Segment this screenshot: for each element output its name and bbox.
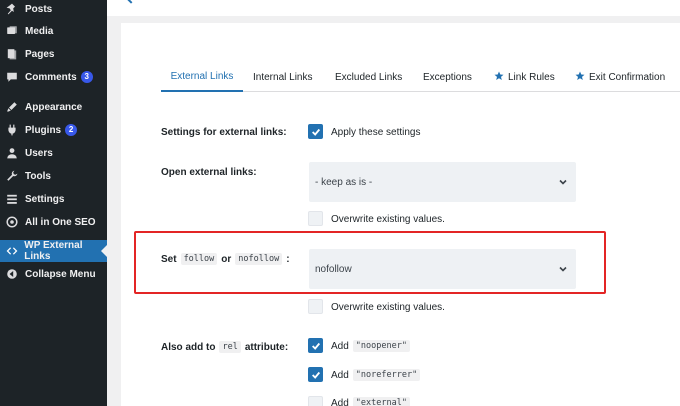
overwrite-open-label: Overwrite existing values.	[331, 213, 445, 225]
tab-label: Internal Links	[253, 71, 313, 83]
tab-label: Exceptions	[423, 71, 472, 83]
sidebar-item-label: Plugins	[25, 124, 62, 136]
active-indicator-arrow	[101, 245, 107, 257]
sidebar-collapse-menu[interactable]: Collapse Menu	[0, 263, 107, 285]
settings-icon	[5, 192, 19, 206]
check-icon	[311, 371, 320, 379]
open-external-links-label: Open external links:	[161, 166, 257, 178]
rel-label-prefix: Also add to	[161, 341, 216, 353]
noreferrer-code: "noreferrer"	[352, 369, 421, 381]
rel-attribute-label: Also add to rel attribute:	[161, 340, 288, 354]
chevron-down-icon	[558, 177, 568, 187]
sidebar-item-label: Users	[25, 147, 53, 159]
external-code: "external"	[352, 397, 410, 406]
external-option: Add "external"	[331, 396, 414, 406]
sidebar-item-label: Settings	[25, 193, 65, 205]
plugins-icon	[5, 123, 19, 137]
noopener-option: Add "noopener"	[331, 339, 414, 353]
sidebar-item-all-in-one-seo[interactable]: All in One SEO	[0, 211, 107, 233]
noreferrer-option: Add "noreferrer"	[331, 368, 424, 382]
apply-settings-label: Apply these settings	[331, 126, 421, 138]
tab-excluded-links[interactable]: Excluded Links	[335, 62, 402, 92]
tab-link-rules[interactable]: Link Rules	[494, 62, 555, 92]
tab-label: External Links	[170, 70, 234, 82]
overwrite-follow-label: Overwrite existing values.	[331, 301, 445, 313]
tab-exceptions[interactable]: Exceptions	[423, 62, 472, 92]
rel-label-suffix: attribute:	[244, 341, 289, 353]
pages-icon	[5, 47, 19, 61]
overwrite-follow-checkbox[interactable]	[308, 299, 323, 314]
noreferrer-checkbox[interactable]	[308, 367, 323, 382]
sidebar-item-tools[interactable]: Tools	[0, 165, 107, 187]
sidebar-item-label: Pages	[25, 48, 55, 60]
appearance-icon	[5, 100, 19, 114]
check-icon	[311, 342, 320, 350]
sidebar-item-label: Collapse Menu	[25, 268, 96, 280]
comments-count-badge: 3	[80, 71, 93, 83]
apply-settings-checkbox[interactable]	[308, 124, 323, 139]
settings-tabs: External Links Internal Links Excluded L…	[161, 62, 680, 92]
comments-icon	[5, 70, 19, 84]
pin-icon	[5, 2, 19, 16]
sidebar-item-label: Comments	[25, 71, 77, 83]
back-arrow-icon[interactable]	[125, 0, 137, 4]
overwrite-open-checkbox[interactable]	[308, 211, 323, 226]
media-icon	[5, 24, 19, 38]
sidebar-item-users[interactable]: Users	[0, 142, 107, 164]
external-settings-label: Settings for external links:	[161, 126, 287, 138]
sidebar-item-wp-external-links[interactable]: WP External Links	[0, 240, 107, 262]
tab-exit-confirmation[interactable]: Exit Confirmation	[575, 62, 665, 92]
sidebar-item-label: Appearance	[25, 101, 83, 113]
check-icon	[311, 128, 320, 136]
sidebar-item-posts[interactable]: Posts	[0, 0, 107, 20]
sidebar-item-comments[interactable]: Comments 3	[0, 66, 107, 88]
sidebar-item-label: WP External Links	[24, 240, 83, 262]
rel-code: rel	[219, 341, 241, 353]
tab-label: Link Rules	[508, 71, 555, 83]
sidebar-item-plugins[interactable]: Plugins 2	[0, 119, 107, 141]
open-links-select[interactable]: - keep as is -	[309, 162, 576, 202]
select-value: - keep as is -	[315, 176, 373, 188]
tab-label: Exit Confirmation	[589, 71, 666, 83]
seo-icon	[5, 215, 19, 229]
noopener-checkbox[interactable]	[308, 338, 323, 353]
plugins-count-badge: 2	[65, 124, 78, 136]
star-icon	[494, 71, 508, 84]
tab-internal-links[interactable]: Internal Links	[253, 62, 312, 92]
tools-icon	[5, 169, 19, 183]
external-checkbox[interactable]	[308, 396, 323, 406]
admin-sidebar: Posts Media Pages Comments 3 Appearance …	[0, 0, 107, 406]
add-word: Add	[331, 397, 349, 406]
tab-label: Excluded Links	[335, 71, 403, 83]
users-icon	[5, 146, 19, 160]
top-header-strip	[107, 0, 680, 16]
sidebar-item-label: Tools	[25, 170, 51, 182]
sidebar-item-media[interactable]: Media	[0, 20, 107, 42]
noopener-code: "noopener"	[352, 340, 410, 352]
add-word: Add	[331, 340, 349, 352]
code-icon	[5, 244, 18, 258]
highlight-box	[134, 231, 606, 294]
star-icon	[575, 71, 589, 84]
sidebar-item-settings[interactable]: Settings	[0, 188, 107, 210]
sidebar-item-pages[interactable]: Pages	[0, 43, 107, 65]
sidebar-item-label: Media	[25, 25, 54, 37]
add-word: Add	[331, 369, 349, 381]
collapse-icon	[5, 267, 19, 281]
sidebar-item-label: All in One SEO	[25, 216, 96, 228]
sidebar-item-label: Posts	[25, 3, 53, 15]
sidebar-item-appearance[interactable]: Appearance	[0, 96, 107, 118]
tab-external-links[interactable]: External Links	[161, 62, 243, 92]
